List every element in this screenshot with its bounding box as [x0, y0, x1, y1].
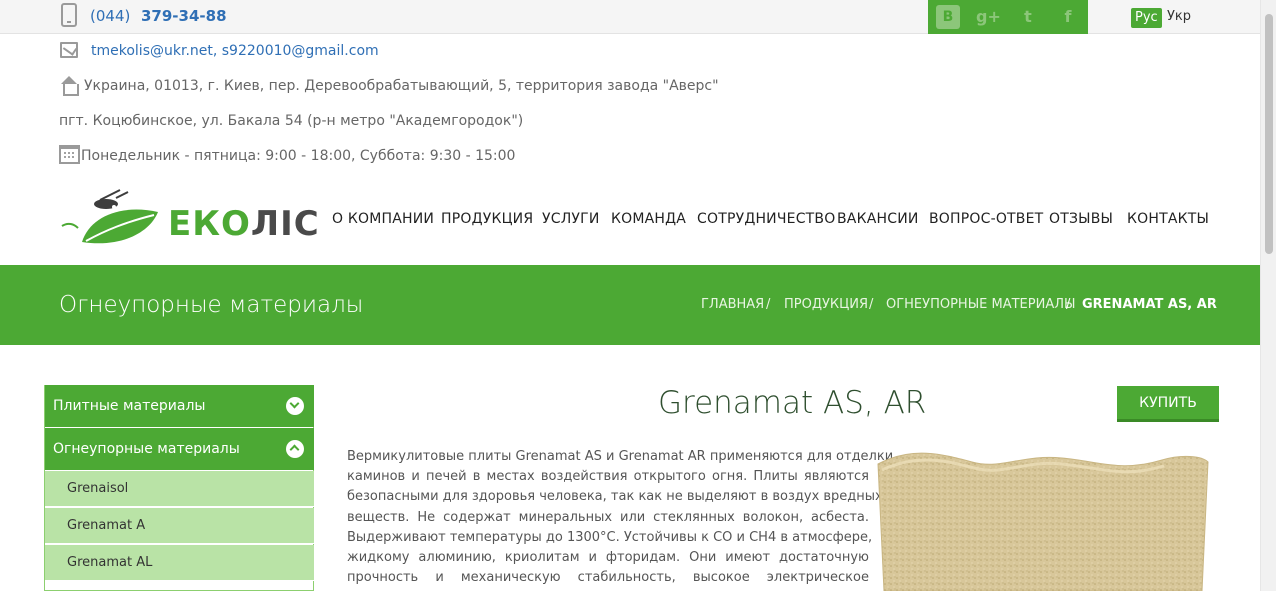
mobile-phone-icon — [61, 3, 77, 27]
address-line-1: Украина, 01013, г. Киев, пер. Деревообра… — [84, 78, 719, 94]
email-link[interactable]: tmekolis@ukr.net, s9220010@gmail.com — [91, 43, 379, 59]
page-scrollbar[interactable] — [1260, 0, 1276, 591]
description-line: Вермикулитовые плиты Grenamat AS и Grena… — [347, 449, 894, 464]
sidebar-item-grenaisol[interactable]: Grenaisol — [45, 471, 314, 507]
phone-number[interactable]: 379-34-88 — [141, 7, 227, 25]
breadcrumb-home[interactable]: ГЛАВНАЯ — [701, 297, 764, 312]
description-line: безопасными для здоровья человека, так к… — [347, 489, 883, 505]
breadcrumb-products[interactable]: ПРОДУКЦИЯ — [784, 297, 868, 312]
nav-about[interactable]: О КОМПАНИИ — [332, 211, 434, 227]
top-bar: (044) 379-34-88 В g+ t f Рус Укр — [0, 0, 1260, 34]
description-line: прочность и механическую стабильность, в… — [347, 570, 869, 586]
product-description: Вермикулитовые плиты Grenamat AS и Grena… — [347, 447, 894, 588]
chevron-up-icon[interactable] — [286, 440, 304, 458]
description-line: жидкому алюминию, криолитам и фторидам. … — [347, 550, 869, 566]
sidebar-section-label: Огнеупорные материалы — [53, 441, 240, 457]
product-title: Grenamat AS, AR — [658, 385, 927, 421]
working-hours: Понедельник - пятница: 9:00 - 18:00, Суб… — [81, 148, 516, 164]
category-sidebar: Плитные материалы Огнеупорные материалы … — [44, 385, 314, 591]
address-line-2: пгт. Коцюбинское, ул. Бакала 54 (р-н мет… — [59, 113, 524, 129]
nav-vacancies[interactable]: ВАКАНСИИ — [837, 211, 919, 227]
nav-team[interactable]: КОМАНДА — [611, 211, 686, 227]
scrollbar-thumb[interactable] — [1265, 14, 1273, 254]
mail-icon — [60, 42, 78, 58]
sidebar-section-label: Плитные материалы — [53, 398, 206, 414]
google-plus-icon[interactable]: g+ — [976, 5, 1001, 29]
sidebar-item-grenamat-al[interactable]: Grenamat AL — [45, 545, 314, 581]
lang-uk-button[interactable]: Укр — [1167, 9, 1191, 24]
product-image — [877, 452, 1209, 591]
nav-reviews[interactable]: ОТЗЫВЫ — [1049, 211, 1113, 227]
description-line: Выдерживают температуры до 1300°C. Устой… — [347, 529, 873, 545]
page-banner: Огнеупорные материалы ГЛАВНАЯ / ПРОДУКЦИ… — [0, 265, 1260, 345]
breadcrumb-current: GRENAMAT AS, AR — [1082, 297, 1217, 312]
nav-services[interactable]: УСЛУГИ — [542, 211, 600, 227]
nav-faq[interactable]: ВОПРОС-ОТВЕТ — [929, 211, 1043, 227]
sidebar-item-grenamat-a[interactable]: Grenamat A — [45, 508, 314, 544]
breadcrumb-separator: / — [766, 297, 771, 312]
sidebar-section-slab[interactable]: Плитные материалы — [45, 385, 314, 427]
description-line: каминов и печей в местах воздействия отк… — [347, 469, 869, 485]
breadcrumb-separator: / — [869, 297, 874, 312]
nav-contacts[interactable]: КОНТАКТЫ — [1127, 211, 1209, 227]
phone-code[interactable]: (044) — [90, 7, 130, 25]
lang-ru-button[interactable]: Рус — [1131, 8, 1162, 28]
description-line: веществ. Не содержат минеральных или сте… — [347, 509, 869, 525]
nav-cooperation[interactable]: СОТРУДНИЧЕСТВО — [697, 211, 835, 227]
page-title: Огнеупорные материалы — [59, 292, 364, 318]
chevron-down-icon[interactable] — [286, 397, 304, 415]
twitter-icon[interactable]: t — [1016, 5, 1040, 29]
nav-products[interactable]: ПРОДУКЦИЯ — [441, 211, 533, 227]
breadcrumb-separator: / — [1066, 297, 1071, 312]
home-icon — [60, 76, 79, 96]
social-links: В g+ t f — [928, 0, 1088, 34]
vk-icon[interactable]: В — [936, 5, 960, 29]
main-nav: О КОМПАНИИ ПРОДУКЦИЯ УСЛУГИ КОМАНДА СОТР… — [0, 211, 1276, 231]
calendar-icon — [59, 145, 80, 164]
facebook-icon[interactable]: f — [1056, 5, 1080, 29]
sidebar-section-refractory[interactable]: Огнеупорные материалы — [45, 428, 314, 470]
breadcrumb-refractory[interactable]: ОГНЕУПОРНЫЕ МАТЕРИАЛЫ — [886, 297, 1075, 312]
buy-button[interactable]: КУПИТЬ — [1117, 386, 1219, 422]
